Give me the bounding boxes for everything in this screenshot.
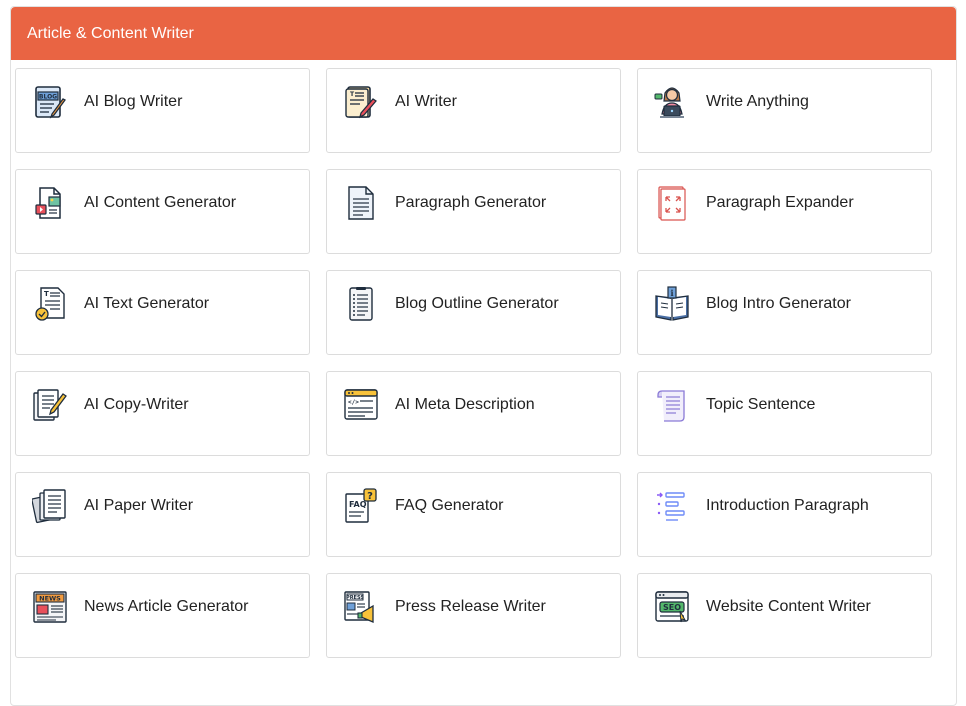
tool-card-write-anything[interactable]: Write Anything bbox=[637, 68, 932, 153]
tool-card-paragraph-generator[interactable]: Paragraph Generator bbox=[326, 169, 621, 254]
tool-label: AI Paper Writer bbox=[84, 497, 194, 514]
tool-card-website-content-writer[interactable]: SEO Website Content Writer bbox=[637, 573, 932, 658]
tool-label: Introduction Paragraph bbox=[706, 497, 869, 514]
tool-label: Blog Outline Generator bbox=[395, 295, 559, 312]
open-book-icon: i bbox=[654, 286, 690, 322]
svg-text:i: i bbox=[670, 288, 673, 298]
faq-document-icon: FAQ? bbox=[343, 488, 379, 524]
tool-label: Website Content Writer bbox=[706, 598, 871, 615]
tool-card-ai-copy-writer[interactable]: AI Copy-Writer bbox=[15, 371, 310, 456]
tool-label: AI Writer bbox=[395, 93, 457, 110]
meta-browser-icon: </> bbox=[343, 387, 379, 423]
category-header: Article & Content Writer bbox=[11, 7, 956, 60]
tool-card-press-release-writer[interactable]: PRESS Press Release Writer bbox=[326, 573, 621, 658]
svg-text:?: ? bbox=[367, 491, 373, 502]
svg-text:BLOG: BLOG bbox=[39, 94, 57, 101]
tool-label: AI Content Generator bbox=[84, 194, 237, 211]
tool-label: Paragraph Expander bbox=[706, 194, 854, 211]
tool-label: AI Blog Writer bbox=[84, 93, 183, 110]
svg-text:</>: </> bbox=[348, 399, 359, 406]
tool-card-ai-meta-description[interactable]: </> AI Meta Description bbox=[326, 371, 621, 456]
tool-card-blog-outline-generator[interactable]: Blog Outline Generator bbox=[326, 270, 621, 355]
svg-text:SEO: SEO bbox=[663, 603, 681, 612]
tool-card-topic-sentence[interactable]: Topic Sentence bbox=[637, 371, 932, 456]
tool-card-introduction-paragraph[interactable]: Introduction Paragraph bbox=[637, 472, 932, 557]
tool-label: Paragraph Generator bbox=[395, 194, 547, 211]
svg-text:NEWS: NEWS bbox=[39, 595, 61, 603]
tool-card-faq-generator[interactable]: FAQ? FAQ Generator bbox=[326, 472, 621, 557]
outline-list-icon bbox=[343, 286, 379, 322]
tool-grid: BLOG AI Blog Writer T AI Writer Write An… bbox=[15, 68, 932, 658]
tool-card-paragraph-expander[interactable]: Paragraph Expander bbox=[637, 169, 932, 254]
tool-label: Blog Intro Generator bbox=[706, 295, 851, 312]
tool-card-blog-intro-generator[interactable]: i Blog Intro Generator bbox=[637, 270, 932, 355]
tool-label: AI Meta Description bbox=[395, 396, 535, 413]
tool-card-ai-text-generator[interactable]: T AI Text Generator bbox=[15, 270, 310, 355]
tool-label: Topic Sentence bbox=[706, 396, 816, 413]
notebook-pen-icon: T bbox=[343, 84, 379, 120]
content-files-icon bbox=[32, 185, 68, 221]
tool-card-ai-blog-writer[interactable]: BLOG AI Blog Writer bbox=[15, 68, 310, 153]
tool-card-news-article-generator[interactable]: NEWS News Article Generator bbox=[15, 573, 310, 658]
press-megaphone-icon: PRESS bbox=[343, 589, 379, 625]
svg-text:PRESS: PRESS bbox=[346, 595, 364, 601]
blog-document-icon: BLOG bbox=[32, 84, 68, 120]
text-check-document-icon: T bbox=[32, 286, 68, 322]
person-laptop-icon bbox=[654, 84, 690, 120]
tool-card-ai-content-generator[interactable]: AI Content Generator bbox=[15, 169, 310, 254]
svg-text:FAQ: FAQ bbox=[349, 500, 367, 509]
scroll-icon bbox=[654, 387, 690, 423]
tool-card-ai-paper-writer[interactable]: AI Paper Writer bbox=[15, 472, 310, 557]
tool-label: AI Text Generator bbox=[84, 295, 210, 312]
tool-label: Write Anything bbox=[706, 93, 809, 110]
text-page-icon bbox=[343, 185, 379, 221]
list-intro-icon bbox=[654, 488, 690, 524]
expand-document-icon bbox=[654, 185, 690, 221]
paper-stack-icon bbox=[32, 488, 68, 524]
tool-label: News Article Generator bbox=[84, 598, 249, 615]
svg-text:T: T bbox=[44, 290, 49, 298]
category-title: Article & Content Writer bbox=[27, 24, 194, 42]
seo-browser-icon: SEO bbox=[654, 589, 690, 625]
newspaper-icon: NEWS bbox=[32, 589, 68, 625]
copy-documents-pen-icon bbox=[32, 387, 68, 423]
tool-label: AI Copy-Writer bbox=[84, 396, 189, 413]
tool-label: Press Release Writer bbox=[395, 598, 546, 615]
tool-label: FAQ Generator bbox=[395, 497, 504, 514]
tool-card-ai-writer[interactable]: T AI Writer bbox=[326, 68, 621, 153]
